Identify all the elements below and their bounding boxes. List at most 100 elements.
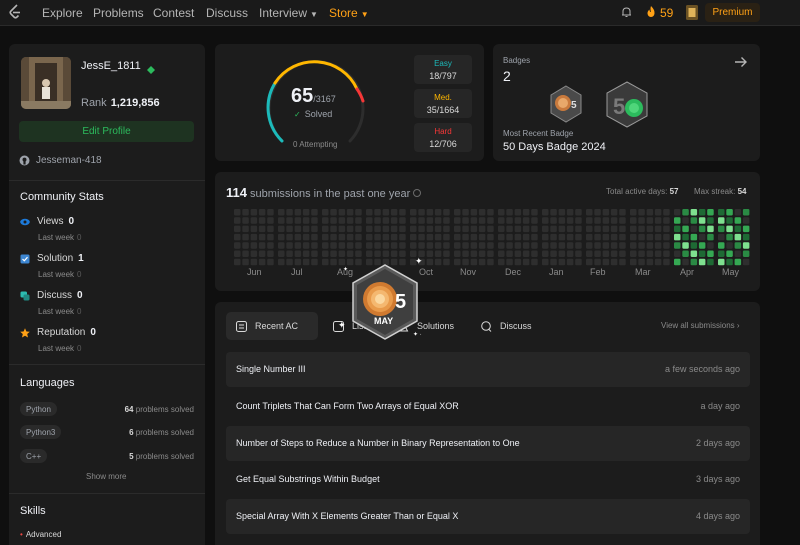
heatmap-cell — [646, 233, 654, 241]
edit-profile-button[interactable]: Edit Profile — [19, 121, 194, 142]
heatmap-cell — [690, 225, 698, 233]
heatmap-cell — [550, 209, 557, 216]
heatmap-cell — [558, 233, 566, 241]
heatmap-cell — [610, 242, 618, 249]
heatmap-cell — [514, 250, 522, 257]
table-row[interactable]: Get Equal Substrings Within Budget 3 day… — [226, 462, 750, 497]
premium-button[interactable]: Premium — [705, 3, 760, 22]
heatmap-cell — [690, 242, 698, 249]
heatmap-cell — [602, 242, 610, 249]
daily-reward-icon[interactable] — [685, 4, 699, 21]
heatmap-cell — [382, 209, 390, 216]
nav-contest[interactable]: Contest — [153, 6, 194, 20]
heatmap-cell — [718, 242, 725, 249]
solved-count-value: 65 — [291, 85, 314, 107]
heatmap-cell — [311, 209, 318, 216]
stat-views-delta: 0 — [77, 233, 82, 242]
bell-icon[interactable] — [621, 6, 632, 18]
heatmap-cell — [311, 250, 318, 257]
heatmap-cell — [558, 242, 566, 249]
submissions-text: submissions in the past one year — [250, 188, 411, 200]
nav-problems[interactable]: Problems — [93, 6, 144, 20]
heatmap-cell — [443, 225, 450, 233]
heatmap-cell — [418, 233, 425, 241]
heatmap-cell — [566, 217, 574, 224]
heatmap-cell — [654, 250, 662, 257]
heatmap-cell — [470, 217, 478, 224]
nav-store-label: Store — [329, 6, 358, 20]
heatmap-cell — [698, 242, 706, 249]
heatmap-cell — [682, 233, 689, 241]
heatmap-cell — [638, 258, 645, 266]
medium-value: 35/1664 — [426, 105, 460, 115]
table-row[interactable]: Number of Steps to Reduce a Number in Bi… — [226, 426, 750, 461]
heatmap-cell — [610, 233, 618, 241]
info-icon[interactable] — [413, 189, 422, 197]
heatmap-cell — [443, 233, 450, 241]
verified-icon — [147, 61, 155, 74]
heatmap-cell — [278, 209, 285, 216]
heatmap-cell — [690, 233, 698, 241]
heatmap-cell — [558, 217, 566, 224]
heatmap-cell — [531, 217, 538, 224]
table-row[interactable]: Count Triplets That Can Form Two Arrays … — [226, 389, 750, 424]
sparkle-icon: ✦ — [415, 256, 423, 266]
heatmap-cell — [542, 225, 549, 233]
heatmap-cell — [234, 233, 241, 241]
view-all-submissions-link[interactable]: View all submissions › — [661, 321, 740, 330]
nav-store[interactable]: Store ▼ — [329, 6, 369, 20]
heatmap-cell — [258, 209, 266, 216]
community-stats-title: Community Stats — [20, 191, 104, 203]
heatmap-cell — [366, 225, 373, 233]
may-badge-popup-icon[interactable]: 5 MAY — [350, 263, 420, 341]
heatmap-cell — [654, 225, 662, 233]
stat-discuss-sub-label: Last week — [38, 307, 75, 316]
streak-count[interactable]: 59 — [660, 6, 673, 20]
stat-views-sub: Last week 0 — [38, 233, 81, 242]
github-link[interactable]: Jesseman-418 — [36, 155, 102, 166]
heatmap-cell — [610, 225, 618, 233]
heatmap-cell — [602, 209, 610, 216]
table-row[interactable]: Single Number III a few seconds ago — [226, 352, 750, 387]
fire-icon[interactable] — [646, 5, 656, 18]
heatmap-cell — [663, 242, 670, 249]
heatmap-cell — [338, 242, 346, 249]
tab-recent-ac[interactable]: Recent AC — [226, 312, 318, 340]
heatmap-cell — [462, 225, 469, 233]
skills-title: Skills — [20, 505, 46, 517]
heatmap-cell — [346, 242, 354, 249]
heatmap-cell — [258, 233, 266, 241]
problem-time: a day ago — [700, 401, 740, 411]
heatmap-cell — [718, 233, 725, 241]
may-badge-icon[interactable]: 5 — [549, 85, 583, 123]
heatmap-cell — [498, 233, 505, 241]
solved-label-text: Solved — [304, 109, 333, 119]
50-days-badge-icon[interactable]: 5 — [605, 81, 649, 128]
arrow-right-icon[interactable] — [734, 55, 748, 69]
stat-solution-label: Solution — [37, 253, 74, 264]
max-streak-value: 54 — [737, 187, 747, 196]
heatmap-cell — [674, 242, 681, 249]
show-more-button[interactable]: Show more — [86, 472, 126, 481]
heatmap-cell — [734, 233, 742, 241]
heatmap-cell — [498, 242, 505, 249]
heatmap-cell — [522, 258, 530, 266]
nav-interview[interactable]: Interview ▼ — [259, 6, 318, 20]
tab-discuss[interactable]: Discuss — [481, 312, 532, 340]
heatmap-cell — [602, 250, 610, 257]
nav-explore[interactable]: Explore — [42, 6, 83, 20]
heatmap-cell — [322, 258, 329, 266]
heatmap-cell — [258, 258, 266, 266]
avatar[interactable] — [21, 57, 71, 109]
stat-discuss-delta: 0 — [77, 307, 82, 316]
stat-solution-delta: 0 — [77, 270, 82, 279]
heatmap-cell — [682, 242, 689, 249]
leetcode-logo-icon[interactable] — [8, 4, 22, 20]
heatmap-cell — [610, 217, 618, 224]
heatmap-cell — [267, 242, 274, 249]
skill-level: Advanced — [20, 530, 62, 539]
table-row[interactable]: Special Array With X Elements Greater Th… — [226, 499, 750, 534]
heatmap-cell — [594, 225, 601, 233]
nav-discuss[interactable]: Discuss — [206, 6, 248, 20]
heatmap-cell — [531, 209, 538, 216]
